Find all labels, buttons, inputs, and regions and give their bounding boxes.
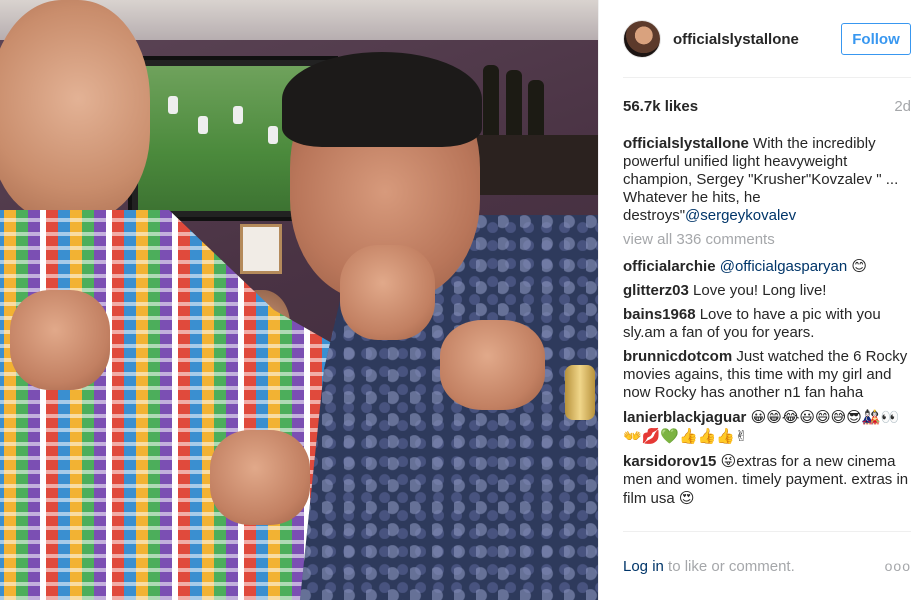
likes-row: 56.7k likes 2d	[623, 96, 911, 116]
comment-username[interactable]: brunnicdotcom	[623, 348, 732, 365]
avatar[interactable]	[623, 20, 661, 58]
list-item: karsidorov15 😜extras for a new cinema me…	[623, 452, 911, 508]
comment-username[interactable]: lanierblackjaguar	[623, 409, 746, 426]
post-side-panel: officialslystallone Follow 56.7k likes 2…	[598, 0, 921, 600]
comment-username[interactable]: officialarchie	[623, 258, 716, 275]
photo-wall-frame	[240, 224, 282, 274]
like-prompt-text: to like or comment.	[668, 557, 795, 575]
tv-player	[268, 126, 278, 144]
caption: officialslystallone With the incredibly …	[623, 135, 911, 225]
comment-mention[interactable]: @officialgasparyan	[720, 258, 848, 275]
comment-emoji: 😍	[678, 489, 695, 507]
more-options-icon[interactable]: ooo	[885, 558, 911, 574]
photo-shelf	[470, 135, 598, 195]
photo-man-right-hair	[282, 52, 482, 147]
follow-button[interactable]: Follow	[841, 23, 911, 55]
post-username[interactable]: officialslystallone	[673, 31, 841, 48]
comment-username[interactable]: karsidorov15	[623, 453, 716, 470]
caption-username[interactable]: officialslystallone	[623, 135, 749, 152]
header-divider	[623, 77, 911, 78]
comment-username[interactable]: bains1968	[623, 306, 696, 323]
footer-divider	[623, 531, 911, 532]
list-item: bains1968 Love to have a pic with you sl…	[623, 306, 911, 342]
comments-list: officialslystallone With the incredibly …	[623, 135, 911, 514]
bottle	[528, 80, 544, 140]
photo-fist	[340, 245, 435, 340]
post-footer: Log in to like or comment. ooo	[623, 556, 911, 576]
comment-username[interactable]: glitterz03	[623, 282, 689, 299]
photo-fist	[10, 290, 110, 390]
comment-emoji: 😊	[851, 257, 868, 275]
photo-wine-bottles	[478, 55, 598, 140]
likes-count[interactable]: 56.7k likes	[623, 98, 698, 115]
login-link[interactable]: Log in	[623, 558, 664, 575]
list-item: officialarchie @officialgasparyan 😊	[623, 257, 911, 276]
photo-gold-watch	[565, 365, 595, 420]
list-item: brunnicdotcom Just watched the 6 Rocky m…	[623, 348, 911, 402]
comment-text: Love you! Long live!	[693, 282, 827, 299]
bottle	[506, 70, 522, 140]
photo-fist	[210, 430, 310, 525]
comment-emoji: 😜	[720, 452, 737, 470]
post-photo[interactable]	[0, 0, 598, 600]
post-age[interactable]: 2d	[894, 98, 911, 115]
view-all-comments-link[interactable]: view all 336 comments	[623, 231, 911, 249]
bottle	[483, 65, 499, 140]
post-header: officialslystallone Follow	[623, 17, 911, 61]
photo-fist	[440, 320, 545, 410]
list-item: lanierblackjaguar 😀😁😂😃😄😅😎🎎👀👐💋💚👍👍👍✌	[623, 408, 911, 446]
tv-player	[233, 106, 243, 124]
list-item: glitterz03 Love you! Long live!	[623, 282, 911, 300]
caption-mention[interactable]: @sergeykovalev	[685, 207, 796, 224]
